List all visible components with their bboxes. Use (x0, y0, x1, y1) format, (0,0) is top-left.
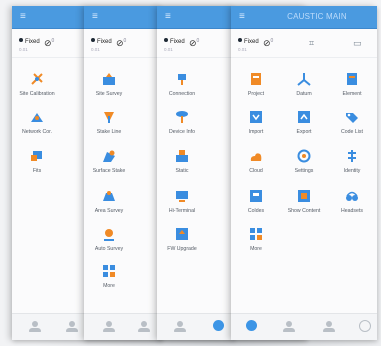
stake-line-icon (104, 112, 114, 123)
export-icon (298, 111, 310, 123)
user-tab-icon-2[interactable] (66, 321, 78, 333)
area-survey-button[interactable]: Area Survey (86, 189, 132, 214)
site-survey-button[interactable]: Site Survey (86, 72, 132, 97)
datum-button[interactable]: Datum (281, 72, 327, 97)
import-button[interactable]: Import (233, 110, 279, 135)
fw-upgrade-button[interactable]: FW Upgrade (159, 227, 205, 252)
menu-icon[interactable]: ≡ (165, 12, 171, 22)
bottom-nav (231, 313, 377, 340)
device-info-icon (176, 111, 188, 123)
hi-terminal-button[interactable]: Hi-Terminal (159, 189, 205, 214)
cloud-button[interactable]: Cloud (233, 149, 279, 174)
app-title: CAUSTIC MAIN (287, 12, 347, 21)
network-correction-button[interactable]: Network Cor. (14, 110, 60, 135)
user-tab-icon[interactable] (103, 321, 115, 333)
headsets-icon (346, 191, 358, 201)
show-content-button[interactable]: Show Content (281, 189, 327, 214)
satellite-icon[interactable]: ⊘0 (116, 38, 126, 49)
connection-button[interactable]: Connection (159, 72, 205, 97)
more-button[interactable]: More (86, 264, 132, 289)
app-screen-project: ≡ CAUSTIC MAIN Fixed 0.01 ⊘0 ⌗ ▭ Project … (231, 6, 377, 340)
menu-icon[interactable]: ≡ (92, 12, 98, 22)
coldes-icon (250, 190, 262, 202)
more-button[interactable]: More (233, 227, 279, 252)
show-content-icon (298, 190, 310, 202)
static-icon (176, 150, 188, 162)
static-button[interactable]: Static (159, 149, 205, 174)
area-survey-icon (103, 191, 115, 201)
home-tab-icon[interactable] (246, 320, 257, 331)
menu-icon[interactable]: ≡ (239, 12, 245, 22)
headsets-button[interactable]: Headsets (329, 189, 375, 214)
user-tab-icon[interactable] (283, 321, 295, 333)
title-bar: ≡ CAUSTIC MAIN (231, 6, 377, 29)
element-icon (347, 73, 357, 85)
fits-button[interactable]: Fits (14, 149, 60, 174)
tag-icon (346, 113, 358, 123)
menu-icon[interactable]: ≡ (20, 12, 26, 22)
satellite-icon[interactable]: ⊘0 (189, 38, 199, 49)
settings-tab-icon[interactable] (359, 320, 371, 332)
datum-icon (297, 73, 311, 86)
terminal-icon (176, 191, 188, 202)
code-list-button[interactable]: Code List (329, 110, 375, 135)
device-info-button[interactable]: Device Info (159, 110, 205, 135)
identity-icon (348, 150, 356, 162)
profile-tab-icon[interactable] (323, 321, 335, 333)
upgrade-icon (176, 228, 188, 240)
coldes-button[interactable]: Coldes (233, 189, 279, 214)
element-button[interactable]: Element (329, 72, 375, 97)
satellite-icon[interactable]: ⊘0 (263, 38, 273, 49)
project-button[interactable]: Project (233, 72, 279, 97)
fits-icon (31, 151, 42, 161)
gear-icon (297, 149, 311, 163)
surface-stake-icon (103, 150, 115, 162)
settings-button[interactable]: Settings (281, 149, 327, 174)
auto-survey-icon (104, 229, 114, 241)
identity-button[interactable]: Identity (329, 149, 375, 174)
network-icon (31, 113, 43, 122)
user-tab-icon-2[interactable] (138, 321, 150, 333)
site-survey-icon (103, 73, 115, 85)
cloud-icon (250, 153, 262, 161)
fix-status[interactable]: Fixed 0.01 (164, 38, 185, 53)
fix-status[interactable]: Fixed 0.01 (91, 38, 112, 53)
surface-stake-button[interactable]: Surface Stake (86, 149, 132, 174)
fix-status[interactable]: Fixed 0.01 (19, 38, 40, 53)
more-icon (250, 228, 262, 240)
satellite-icon[interactable]: ⊘0 (44, 38, 54, 49)
calibration-icon (31, 73, 43, 85)
stake-line-button[interactable]: Stake Line (86, 110, 132, 135)
battery-icon: ▭ (353, 38, 362, 48)
connection-icon (178, 74, 186, 85)
auto-survey-button[interactable]: Auto Survey (86, 227, 132, 252)
project-icon (251, 73, 261, 85)
site-calibration-button[interactable]: Site Calibration (14, 72, 60, 97)
fix-status[interactable]: Fixed 0.01 (238, 38, 259, 53)
user-tab-icon[interactable] (174, 321, 186, 333)
user-tab-icon[interactable] (29, 321, 41, 333)
export-button[interactable]: Export (281, 110, 327, 135)
status-row: Fixed 0.01 ⊘0 ⌗ ▭ (231, 29, 377, 58)
link-icon[interactable]: ⌗ (309, 38, 314, 49)
more-icon (103, 265, 115, 277)
import-icon (250, 111, 262, 123)
active-tab-icon[interactable] (213, 320, 224, 331)
